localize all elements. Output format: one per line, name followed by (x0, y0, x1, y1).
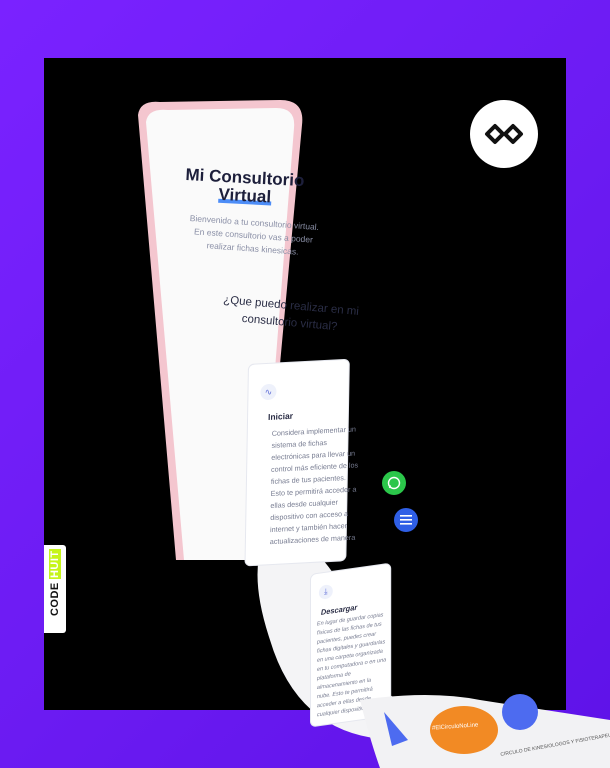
footer-paper (360, 694, 610, 768)
